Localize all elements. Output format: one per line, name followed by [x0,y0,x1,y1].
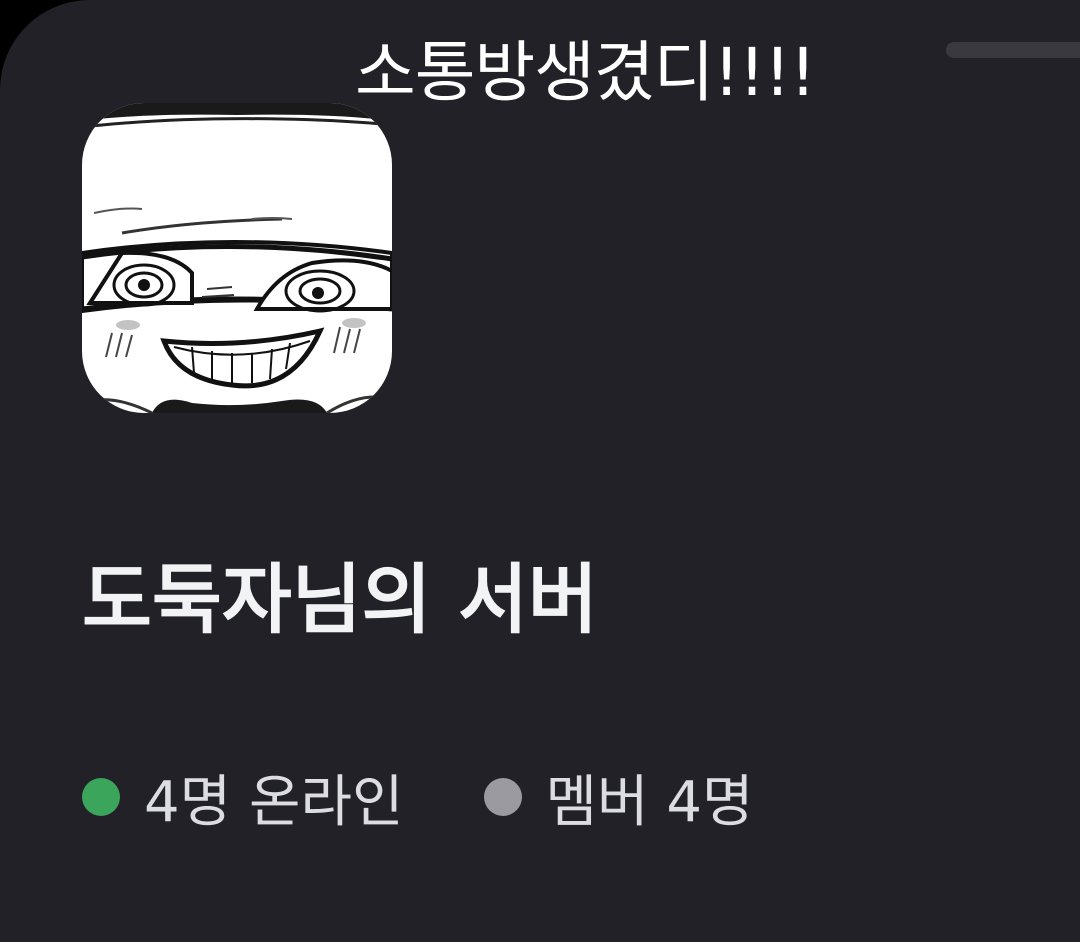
server-info-sheet: 소통방생겼디!!!! 도둑자님의 서버 4명 온라인 멤버 4명 [0,0,1080,942]
member-status-dot-icon [483,778,522,816]
overlay-caption: 소통방생겼디!!!! [355,34,816,111]
online-count-label: 4명 온라인 [144,769,404,835]
server-stats: 4명 온라인 멤버 4명 [82,757,754,837]
online-count: 4명 온라인 [82,757,404,838]
sheet-drag-handle[interactable] [946,42,1080,58]
online-status-dot-icon [82,778,120,816]
member-count-label: 멤버 4명 [545,769,754,835]
server-avatar[interactable] [82,103,392,413]
meme-face-icon [82,103,392,413]
server-name: 도둑자님의 서버 [82,555,598,644]
member-count: 멤버 4명 [483,757,754,838]
